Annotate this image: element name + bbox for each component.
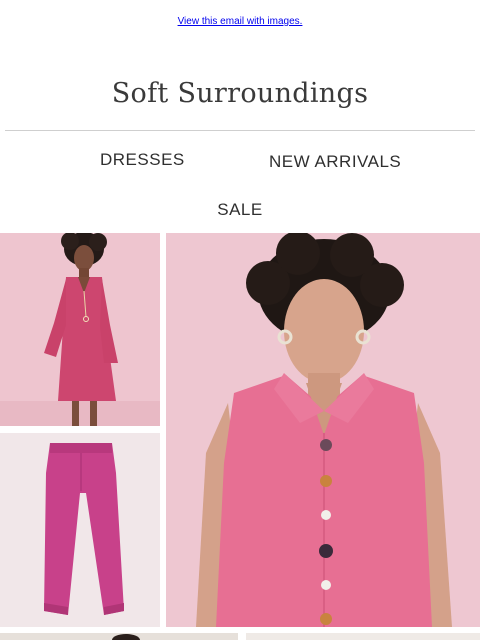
bottom-left-product-image[interactable]	[0, 633, 238, 640]
view-with-images-link[interactable]: View this email with images.	[0, 16, 480, 27]
nav-new-arrivals-link[interactable]: NEW ARRIVALS	[269, 152, 401, 172]
pink-pants-product-image[interactable]	[0, 433, 160, 627]
header-divider	[5, 130, 475, 131]
bottom-right-product-image[interactable]	[246, 633, 480, 640]
nav-dresses-link[interactable]: DRESSES	[100, 150, 185, 170]
pink-sleeveless-top-product-image[interactable]	[166, 233, 480, 627]
pink-dress-product-image[interactable]	[0, 233, 160, 426]
nav-sale-link[interactable]: SALE	[0, 200, 480, 220]
soft-surroundings-logo[interactable]: Soft Surroundings	[0, 78, 480, 109]
